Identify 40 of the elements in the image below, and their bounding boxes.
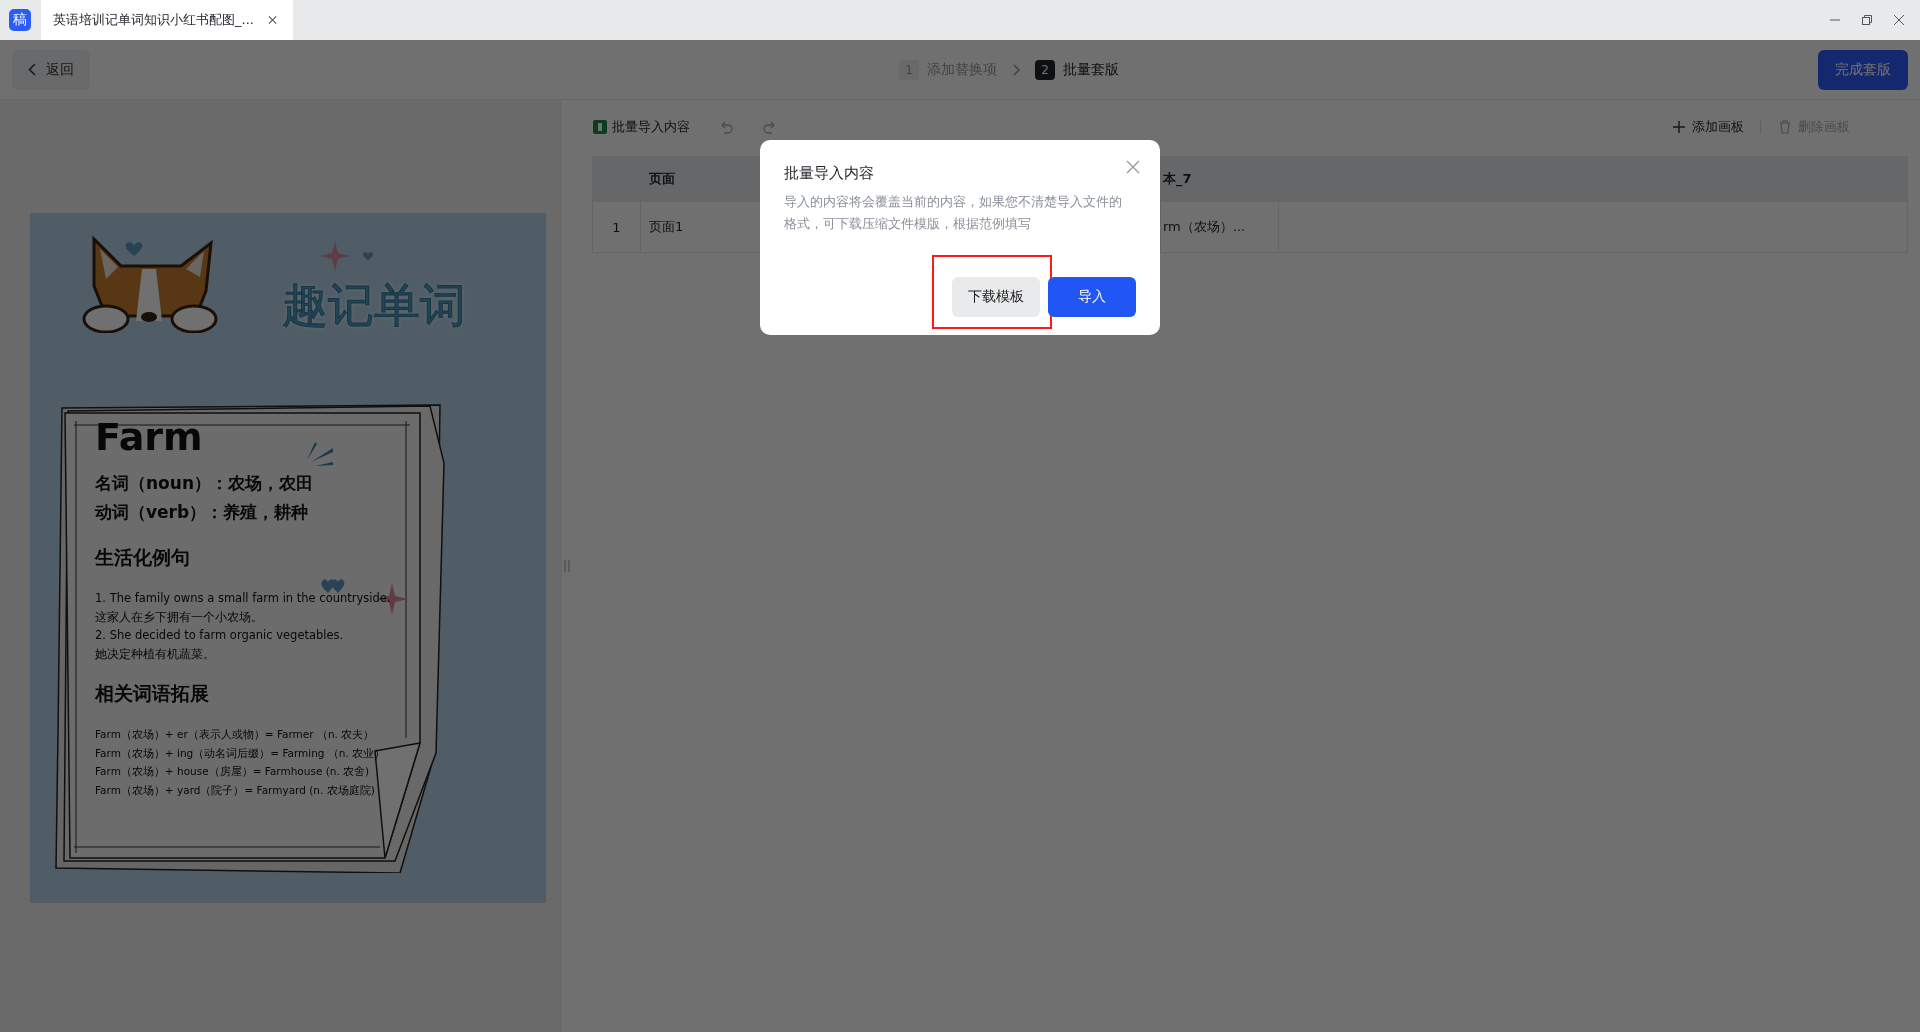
close-icon[interactable]: [1892, 13, 1906, 27]
poster-title: 趣记单词: [282, 277, 466, 334]
definition-text: 名词（noun）：农场，农田: [95, 472, 313, 495]
trash-icon: [1777, 119, 1793, 135]
example-sentence: 她决定种植有机蔬菜。: [95, 645, 216, 663]
column-header: 本_7: [1161, 157, 1279, 201]
browser-tab[interactable]: 英语培训记单词知识小红书配图_...: [41, 0, 293, 40]
plus-icon: [1671, 119, 1687, 135]
chevron-left-icon: [28, 63, 36, 76]
finish-button[interactable]: 完成套版: [1818, 49, 1908, 90]
heart-icon: [362, 251, 374, 261]
table-cell: rm（农场）...: [1161, 201, 1279, 252]
import-button[interactable]: 导入: [1048, 277, 1136, 317]
import-button[interactable]: 批量导入内容: [592, 118, 690, 136]
row-number: 1: [593, 201, 641, 252]
example-sentence: 1. The family owns a small farm in the countryside.: [95, 590, 391, 607]
close-icon[interactable]: [1126, 160, 1140, 174]
burst-icon: [305, 440, 335, 466]
step-tab[interactable]: 2 批量套版: [1035, 59, 1119, 80]
heart-icon: [124, 241, 144, 257]
sparkle-icon: [320, 241, 350, 271]
section-heading: 相关词语拓展: [95, 681, 209, 706]
expansion-line: Farm（农场）+ yard（院子）= Farmyard (n. 农场庭院): [95, 782, 376, 798]
vocab-word: Farm: [95, 414, 203, 461]
expansion-line: Farm（农场）+ ing（动名词后缀）= Farming （n. 农业）: [95, 745, 386, 761]
close-icon[interactable]: [267, 15, 277, 25]
download-template-button[interactable]: 下载模板: [952, 277, 1040, 317]
example-sentence: 2. She decided to farm organic vegetables.: [95, 627, 345, 644]
add-board-button[interactable]: 添加画板: [1671, 118, 1744, 136]
example-sentence: 这家人在乡下拥有一个小农场。: [95, 608, 264, 626]
section-heading: 生活化例句: [95, 545, 190, 570]
expansion-line: Farm（农场）+ er（表示人或物）= Farmer （n. 农夫）: [95, 727, 376, 742]
definition-text: 动词（verb）：养殖，耕种: [95, 501, 310, 524]
app-logo: 稿: [9, 9, 31, 31]
restore-icon[interactable]: [1860, 13, 1874, 27]
spreadsheet-icon: [592, 119, 608, 135]
back-button[interactable]: 返回: [12, 49, 90, 90]
expansion-line: Farm（农场）+ house（房屋）= Farmhouse (n. 农舍): [95, 764, 371, 779]
hearts-icon: [320, 578, 346, 594]
chevron-icon: [1011, 63, 1021, 76]
